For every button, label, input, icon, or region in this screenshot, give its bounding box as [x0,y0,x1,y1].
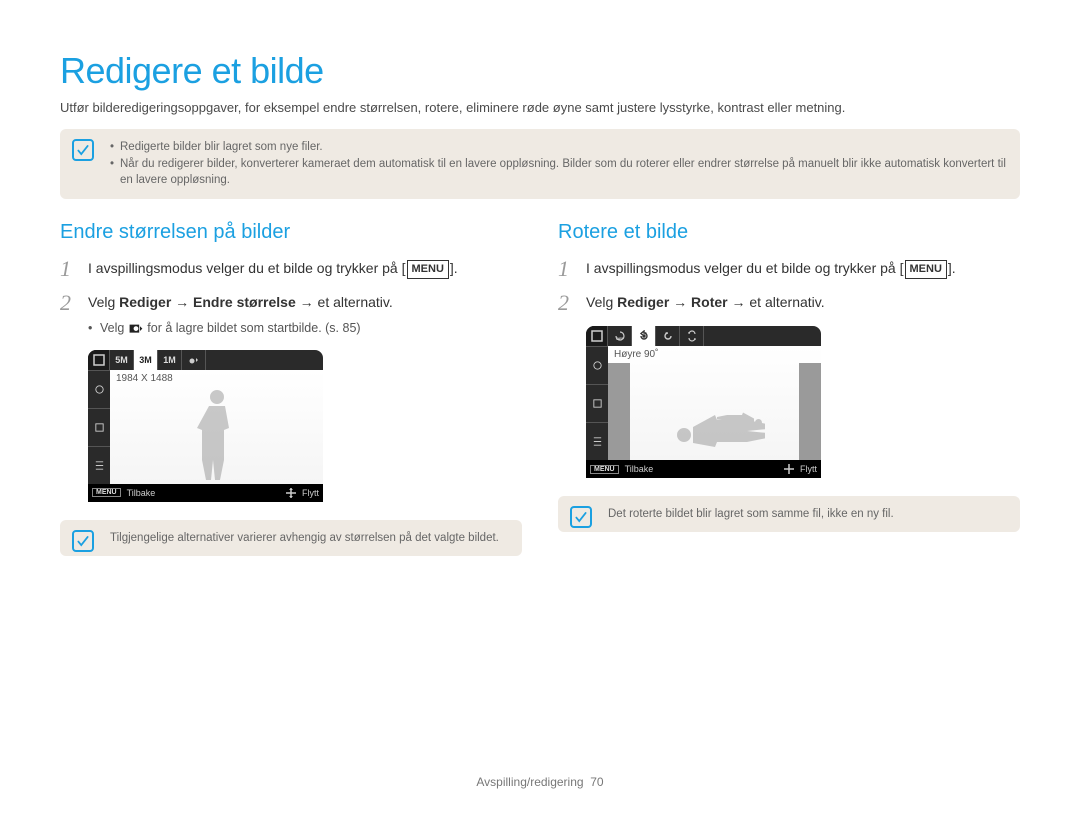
page-intro: Utfør bilderedigeringsoppgaver, for ekse… [60,100,1020,115]
footer-page-number: 70 [590,775,603,789]
step-text: → et alternativ. [728,294,825,310]
shot-letterbox [799,363,821,460]
left-heading: Endre størrelsen på bilder [60,221,522,244]
shot-footer: MENU Tilbake Flytt [586,460,821,478]
step-text: . [952,260,956,276]
left-step-2: 2 Velg Rediger → Endre størrelse → et al… [60,292,522,314]
note-text: Det roterte bildet blir lagret som samme… [608,508,894,520]
note-icon [72,530,94,552]
shot-tool-icon [182,350,206,370]
left-sub-bullet: Velg for å lagre bildet som startbilde. … [88,320,522,338]
step-bold: Rediger [617,294,669,310]
svg-text:OFF: OFF [616,336,625,341]
step-bold: Roter [691,294,728,310]
rotate-screenshot: OFF Høyre 90˚ [586,326,821,478]
rotate-180-icon [680,326,704,346]
shot-side-icon [88,446,110,484]
shot-footer-move: Flytt [302,488,319,498]
menu-button-label: MENU [407,260,449,279]
right-bottom-note: Det roterte bildet blir lagret som samme… [558,496,1020,532]
footer-section: Avspilling/redigering [476,775,583,789]
shot-footer-back: Tilbake [127,488,156,498]
step-text: Velg [586,294,617,310]
shot-toolbar: 5M 3M 1M [88,350,323,370]
rotate-right-icon [632,326,656,346]
top-note-item: Redigerte bilder blir lagret som nye fil… [110,139,1006,156]
shot-side-icon [88,370,110,408]
left-bottom-note: Tilgjengelige alternativer varierer avhe… [60,520,522,556]
shot-tool-icon [88,350,110,370]
right-heading: Rotere et bilde [558,221,1020,244]
shot-footer-menu: MENU [590,465,619,474]
top-note-box: Redigerte bilder blir lagret som nye fil… [60,129,1020,199]
shot-toolbar: OFF [586,326,821,346]
person-silhouette-icon [192,387,242,484]
step-text: Velg [88,294,119,310]
step-text: → [669,294,691,310]
shot-footer-back: Tilbake [625,464,654,474]
shot-footer-move: Flytt [800,464,817,474]
shot-sidebar [88,370,110,484]
step-number: 2 [558,292,576,314]
step-text: → et alternativ. [296,294,393,310]
shot-sidebar [586,346,608,460]
step-bold: Rediger [119,294,171,310]
shot-footer-menu: MENU [92,488,121,497]
shot-tool-5m: 5M [110,350,134,370]
left-step-1: 1 I avspillingsmodus velger du et bilde … [60,258,522,280]
left-column: Endre størrelsen på bilder 1 I avspillin… [60,221,522,570]
rotate-off-icon: OFF [608,326,632,346]
sub-bullet-text: for å lagre bildet som startbilde. (s. 8… [144,321,361,335]
person-silhouette-rotated-icon [665,410,765,460]
columns: Endre størrelsen på bilder 1 I avspillin… [60,221,1020,570]
shot-letterbox [608,363,630,460]
shot-tool-1m: 1M [158,350,182,370]
resize-screenshot: 5M 3M 1M 1984 X 1488 [88,350,323,502]
right-column: Rotere et bilde 1 I avspillingsmodus vel… [558,221,1020,570]
shot-tool-3m-selected: 3M [134,350,158,370]
shot-side-icon [586,346,608,384]
step-number: 1 [558,258,576,280]
sub-bullet-text: Velg [100,321,128,335]
nav-cross-icon [784,464,794,474]
right-step-2: 2 Velg Rediger → Roter → et alternativ. [558,292,1020,314]
startup-image-icon [128,322,144,334]
shot-footer: MENU Tilbake Flytt [88,484,323,502]
shot-preview: Høyre 90˚ [608,346,821,460]
rotate-left-icon [656,326,680,346]
step-text: I avspillingsmodus velger du et bilde og… [586,260,900,276]
step-number: 1 [60,258,78,280]
note-icon [72,139,94,161]
shot-preview: 1984 X 1488 [110,370,323,484]
step-text: I avspillingsmodus velger du et bilde og… [88,260,402,276]
note-text: Tilgjengelige alternativer varierer avhe… [110,532,499,544]
page-title: Redigere et bilde [60,50,1020,92]
step-bold: Endre størrelse [193,294,296,310]
shot-side-icon [88,408,110,446]
top-note-item: Når du redigerer bilder, konverterer kam… [110,156,1006,189]
step-text: . [454,260,458,276]
nav-cross-icon [286,488,296,498]
note-icon [570,506,592,528]
step-number: 2 [60,292,78,314]
shot-rotate-label: Høyre 90˚ [608,346,821,363]
shot-side-icon [586,422,608,460]
step-text: → [171,294,193,310]
shot-side-icon [586,384,608,422]
shot-resolution-label: 1984 X 1488 [110,370,323,387]
right-step-1: 1 I avspillingsmodus velger du et bilde … [558,258,1020,280]
page-footer: Avspilling/redigering 70 [0,775,1080,789]
shot-tool-icon [586,326,608,346]
menu-button-label: MENU [905,260,947,279]
